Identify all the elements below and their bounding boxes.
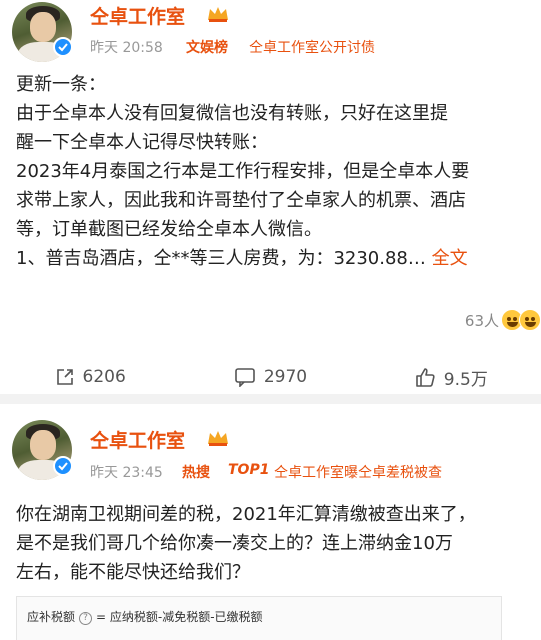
content-line: 是不是我们哥几个给你凑一凑交上的？连上滞纳金10万 <box>16 533 453 554</box>
comment-count: 2970 <box>263 367 308 387</box>
like-count: 9.5万 <box>443 369 488 390</box>
content-line: 1、普吉岛酒店，仝**等三人房费，为：3230.88… <box>16 248 426 269</box>
vip-crown-icon <box>208 431 228 446</box>
author-name[interactable]: 仝卓工作室 <box>90 426 185 453</box>
content-line: 由于仝卓本人没有回复微信也没有转账，只好在这里提 <box>16 103 448 124</box>
source-info[interactable]: 仝卓工作室公开讨债 <box>249 37 375 57</box>
share-count: 6206 <box>82 367 126 387</box>
tax-formula: 应补税额? = 应纳税额-减免税额-已缴税额 <box>27 608 263 625</box>
full-text-link[interactable]: 全文 <box>432 248 468 269</box>
tax-image[interactable]: 应补税额? = 应纳税额-减免税额-已缴税额 <box>16 596 502 640</box>
help-icon: ? <box>79 612 93 625</box>
like-icon <box>415 368 435 387</box>
post-time: 昨天 20:58 <box>90 40 163 56</box>
content-line: 2023年4月泰国之行本是工作行程安排，但是仝卓本人要 <box>16 161 470 182</box>
content-line: 更新一条： <box>16 74 106 95</box>
action-bar: 6206 2970 9.5万 <box>0 360 541 394</box>
verified-icon <box>53 37 73 57</box>
share-icon <box>56 369 73 385</box>
post-separator <box>0 394 541 404</box>
post-time: 昨天 23:45 <box>90 465 163 481</box>
post-content: 更新一条： 由于仝卓本人没有回复微信也没有转账，只好在这里提 醒一下仝卓本人记得… <box>16 70 541 273</box>
weibo-post-1: 仝卓工作室 昨天 20:58 文娱榜 仝卓工作室公开讨债 更新一条： 由于仝卓本… <box>0 0 541 394</box>
content-line: 左右，能不能尽快还给我们？ <box>16 562 250 583</box>
tax-formula-text: = 应纳税额-减免税额-已缴税额 <box>96 610 263 624</box>
vip-crown-icon <box>208 7 228 22</box>
author-name[interactable]: 仝卓工作室 <box>90 2 185 29</box>
tax-label: 应补税额 <box>27 610 76 624</box>
comment-button[interactable]: 2970 <box>180 360 360 394</box>
reaction-count: 63人 <box>464 311 499 330</box>
content-line: 醒一下仝卓本人记得尽快转账： <box>16 132 268 153</box>
hot-search-tag[interactable]: 热搜 <box>182 462 210 482</box>
source-tag[interactable]: 文娱榜 <box>186 37 228 57</box>
post-content: 你在湖南卫视期间差的税，2021年汇算清缴被查出来了， 是不是我们哥几个给你凑一… <box>16 500 541 587</box>
content-line: 你在湖南卫视期间差的税，2021年汇算清缴被查出来了， <box>16 504 476 525</box>
content-line: 等，订单截图已经发给仝卓本人微信。 <box>16 219 322 240</box>
like-button[interactable]: 9.5万 <box>361 360 541 394</box>
emoji-reaction-icon <box>519 309 541 331</box>
rank-tag: TOP1 <box>228 462 270 478</box>
reactions-summary[interactable]: 63人 <box>465 306 541 334</box>
hot-topic[interactable]: 仝卓工作室曝仝卓差税被查 <box>274 462 442 482</box>
comment-icon <box>235 368 255 387</box>
verified-icon <box>53 456 73 476</box>
content-line: 求带上家人，因此我和许哥垫付了仝卓家人的机票、酒店 <box>16 190 466 211</box>
share-button[interactable]: 6206 <box>0 360 180 394</box>
